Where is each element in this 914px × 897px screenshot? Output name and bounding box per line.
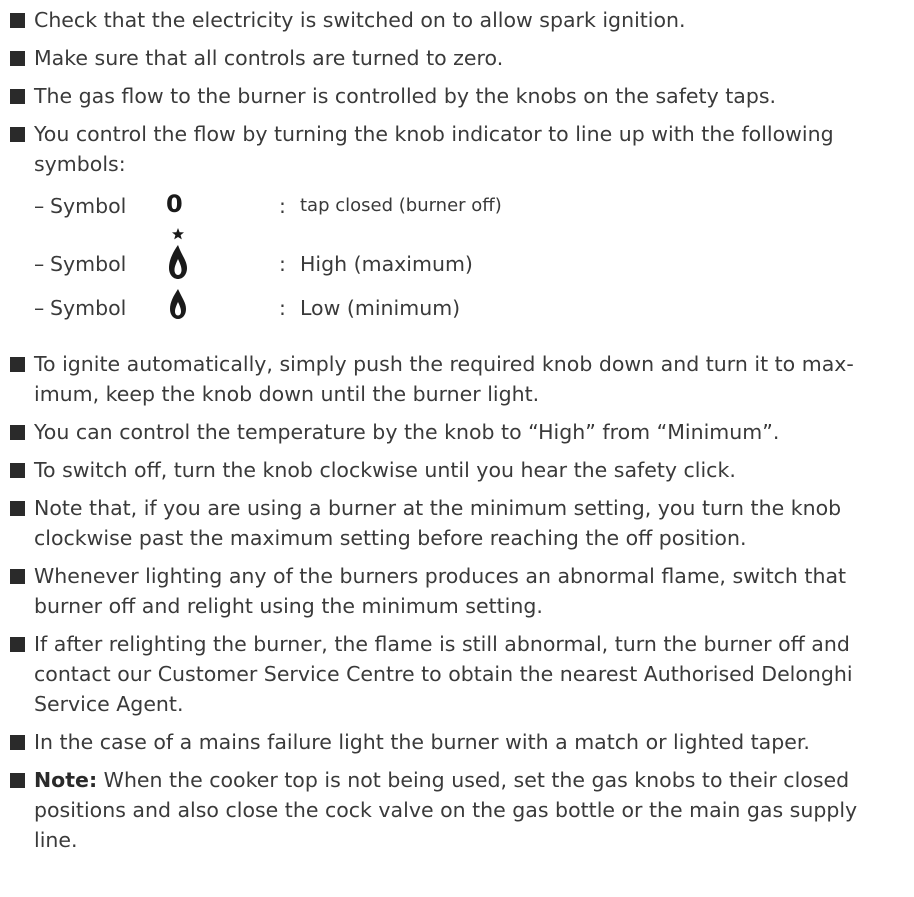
item-text: Note that, if you are using a burner at …	[34, 496, 842, 550]
flame-spark-icon	[169, 228, 187, 279]
list-item: Whenever lighting any of the burners pro…	[10, 561, 904, 621]
square-bullet-icon	[10, 89, 25, 104]
instruction-list: Check that the electricity is switched o…	[10, 5, 904, 855]
note-label: Note:	[34, 768, 98, 792]
symbol-colon: :	[279, 296, 286, 320]
list-item: Make sure that all controls are turned t…	[10, 43, 904, 73]
square-bullet-icon	[10, 637, 25, 652]
small-flame-icon	[170, 289, 186, 319]
item-text: To switch off, turn the knob clockwise u…	[34, 458, 736, 482]
dash: –	[34, 194, 45, 218]
list-item: In the case of a mains failure light the…	[10, 727, 904, 757]
square-bullet-icon	[10, 51, 25, 66]
symbol-word: Symbol	[50, 194, 127, 218]
item-text: You can control the temperature by the k…	[34, 420, 780, 444]
symbol-description: Low (minimum)	[300, 296, 461, 320]
instruction-page: Check that the electricity is switched o…	[0, 0, 914, 897]
dash: –	[34, 296, 45, 320]
note-item: Note: When the cooker top is not being u…	[10, 765, 904, 855]
list-item: Note that, if you are using a burner at …	[10, 493, 904, 553]
note-text: When the cooker top is not being used, s…	[34, 768, 858, 852]
list-item: You control the flow by turning the knob…	[10, 119, 904, 341]
item-text: Check that the electricity is switched o…	[34, 8, 686, 32]
symbol-row-high: – Symbol : High (maximum)	[34, 227, 904, 285]
square-bullet-icon	[10, 463, 25, 478]
square-bullet-icon	[10, 13, 25, 28]
square-bullet-icon	[10, 425, 25, 440]
list-item: You can control the temperature by the k…	[10, 417, 904, 447]
symbol-description: High (maximum)	[300, 252, 473, 276]
list-item: To ignite automatically, simply push the…	[10, 349, 904, 409]
item-text: In the case of a mains failure light the…	[34, 730, 810, 754]
square-bullet-icon	[10, 773, 25, 788]
dash: –	[34, 252, 45, 276]
symbol-colon: :	[279, 252, 286, 276]
square-bullet-icon	[10, 569, 25, 584]
item-text: The gas flow to the burner is controlled…	[34, 84, 777, 108]
symbol-colon: :	[279, 194, 286, 218]
square-bullet-icon	[10, 501, 25, 516]
list-item: Check that the electricity is switched o…	[10, 5, 904, 35]
zero-symbol-icon: 0	[166, 190, 183, 218]
item-text: You control the flow by turning the knob…	[34, 122, 834, 176]
symbol-word: Symbol	[50, 252, 127, 276]
list-item: The gas flow to the burner is controlled…	[10, 81, 904, 111]
square-bullet-icon	[10, 735, 25, 750]
item-text: Whenever lighting any of the burners pro…	[34, 564, 847, 618]
list-item: To switch off, turn the knob clockwise u…	[10, 455, 904, 485]
square-bullet-icon	[10, 357, 25, 372]
square-bullet-icon	[10, 127, 25, 142]
item-text: If after relighting the burner, the flam…	[34, 632, 853, 716]
symbol-row-low: – Symbol : Low (minimum)	[34, 285, 904, 329]
list-item: If after relighting the burner, the flam…	[10, 629, 904, 719]
symbol-list: – Symbol 0 : tap closed (burner off) – S…	[34, 183, 904, 329]
item-text: Make sure that all controls are turned t…	[34, 46, 504, 70]
item-text: To ignite automatically, simply push the…	[34, 352, 854, 406]
symbol-description: tap closed (burner off)	[300, 195, 502, 216]
symbol-word: Symbol	[50, 296, 127, 320]
symbol-row-off: – Symbol 0 : tap closed (burner off)	[34, 183, 904, 227]
